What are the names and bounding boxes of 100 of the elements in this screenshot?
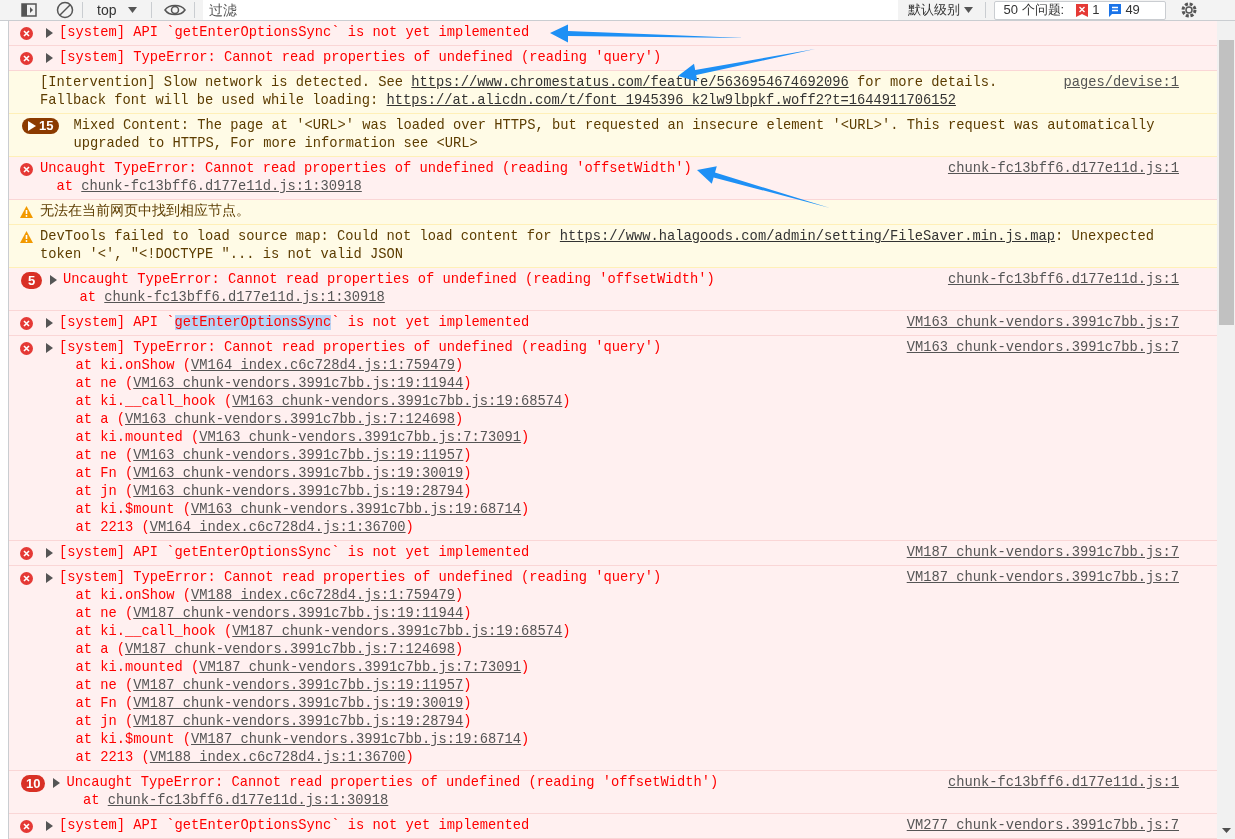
info-issue-icon xyxy=(1109,3,1122,17)
stack-link[interactable]: VM187 chunk-vendors.3991c7bb.js:19:68574 xyxy=(232,624,563,639)
stack-frame: at 2213 (VM164 index.c6c728d4.js:1:36700) xyxy=(75,519,414,537)
message-text: Uncaught TypeError: Cannot read properties of undefined (reading 'offsetWidth') xyxy=(40,160,692,178)
message-text: [system] TypeError: Cannot read properties of undefined (reading 'query') xyxy=(59,49,662,67)
caret-icon xyxy=(964,7,974,13)
scroll-down-icon[interactable] xyxy=(1221,828,1231,833)
stack-link[interactable]: VM163 chunk-vendors.3991c7bb.js:19:30019 xyxy=(133,466,464,481)
error-issue-icon xyxy=(1076,3,1089,17)
stack-frame: at 2213 (VM188 index.c6c728d4.js:1:36700) xyxy=(75,749,414,767)
message-text: [Intervention] Slow network is detected. See https://www.chromestatus.com/feature/5636954674692096 for more details. xyxy=(40,74,998,92)
stack-frame: at ne (VM163 chunk-vendors.3991c7bb.js:19:11944) xyxy=(75,375,472,393)
warning-icon xyxy=(20,206,33,218)
filter-field[interactable]: 过滤 xyxy=(203,0,899,20)
stack-frame: at Fn (VM163 chunk-vendors.3991c7bb.js:19:30019) xyxy=(75,465,472,483)
stack-frame: at a (VM187 chunk-vendors.3991c7bb.js:7:124698) xyxy=(75,641,464,659)
stack-link[interactable]: VM187 chunk-vendors.3991c7bb.js:19:68714 xyxy=(191,732,522,747)
scrollbar[interactable] xyxy=(1217,21,1235,839)
stack-link[interactable]: VM164 index.c6c728d4.js:1:759479 xyxy=(191,358,456,373)
stack-link[interactable]: VM163 chunk-vendors.3991c7bb.js:19:68714 xyxy=(191,502,522,517)
message-text: Uncaught TypeError: Cannot read properties of undefined (reading 'offsetWidth') xyxy=(63,271,715,289)
count-badge: 10 xyxy=(21,774,46,792)
message-text: Fallback font will be used while loading: https://at.alicdn.com/t/font_1945396_k2lw9lbpkf.woff2?t=1644911706152 xyxy=(40,92,956,110)
expand-icon[interactable] xyxy=(46,28,53,38)
message-link[interactable]: https://www.chromestatus.com/feature/5636954674692096 xyxy=(411,75,849,90)
message-link[interactable]: https://www.halagoods.com/admin/setting/FileSaver.min.js.map xyxy=(559,229,1055,244)
stack-link[interactable]: chunk-fc13bff6.d177e11d.js:1:30918 xyxy=(81,179,362,194)
error-icon xyxy=(20,316,33,330)
stack-frame: at ne (VM187 chunk-vendors.3991c7bb.js:19:11944) xyxy=(75,605,472,623)
error-icon xyxy=(20,162,33,176)
expand-icon[interactable] xyxy=(46,573,53,583)
message-text: [system] API `getEnterOptionsSync` is not yet implemented xyxy=(59,24,530,42)
error-icon xyxy=(20,819,33,833)
stack-frame: at chunk-fc13bff6.d177e11d.js:1:30918 xyxy=(56,178,362,196)
stack-frame: at ki.mounted (VM163 chunk-vendors.3991c7bb.js:7:73091) xyxy=(75,429,530,447)
stack-link[interactable]: VM163 chunk-vendors.3991c7bb.js:19:11957 xyxy=(133,448,464,463)
stack-frame: at a (VM163 chunk-vendors.3991c7bb.js:7:124698) xyxy=(75,411,464,429)
levels-dropdown[interactable]: 默认级别 xyxy=(904,0,978,20)
stack-link[interactable]: VM188 index.c6c728d4.js:1:759479 xyxy=(191,588,456,603)
source-link[interactable]: chunk-fc13bff6.d177e11d.js:1 xyxy=(947,160,1179,178)
expand-icon[interactable] xyxy=(53,778,61,788)
stack-link[interactable]: VM187 chunk-vendors.3991c7bb.js:7:73091 xyxy=(199,660,522,675)
issues-button[interactable]: 50 个问题: 1 49 xyxy=(994,0,1167,20)
source-link[interactable]: chunk-fc13bff6.d177e11d.js:1 xyxy=(947,271,1179,289)
message-text: 无法在当前网页中找到相应节点。 xyxy=(40,203,250,221)
source-link[interactable]: VM163 chunk-vendors.3991c7bb.js:7 xyxy=(906,314,1179,332)
stack-link[interactable]: chunk-fc13bff6.d177e11d.js:1:30918 xyxy=(104,290,385,305)
stack-link[interactable]: VM163 chunk-vendors.3991c7bb.js:7:73091 xyxy=(199,430,522,445)
expand-icon[interactable] xyxy=(46,318,53,328)
stack-link[interactable]: VM187 chunk-vendors.3991c7bb.js:7:124698 xyxy=(125,642,456,657)
stack-frame: at ki.$mount (VM163 chunk-vendors.3991c7bb.js:19:68714) xyxy=(75,501,530,519)
message-text: [system] API `getEnterOptionsSync` is not yet implemented xyxy=(59,544,530,562)
source-link[interactable]: chunk-fc13bff6.d177e11d.js:1 xyxy=(947,774,1179,792)
stack-frame: at Fn (VM187 chunk-vendors.3991c7bb.js:19:30019) xyxy=(75,695,472,713)
stack-link[interactable]: VM187 chunk-vendors.3991c7bb.js:19:11944 xyxy=(133,606,464,621)
message-text: [system] TypeError: Cannot read properties of undefined (reading 'query') xyxy=(59,339,662,357)
stack-frame: at ki.__call_hook (VM163 chunk-vendors.3991c7bb.js:19:68574) xyxy=(75,393,571,411)
expand-icon[interactable] xyxy=(28,121,36,131)
expand-icon[interactable] xyxy=(46,53,53,63)
stack-frame: at ne (VM187 chunk-vendors.3991c7bb.js:19:11957) xyxy=(75,677,472,695)
expand-icon[interactable] xyxy=(50,275,57,285)
stack-frame: at jn (VM163 chunk-vendors.3991c7bb.js:19:28794) xyxy=(75,483,472,501)
source-link[interactable]: VM277 chunk-vendors.3991c7bb.js:7 xyxy=(906,817,1179,835)
expand-icon[interactable] xyxy=(46,343,53,353)
stack-frame: at ki.onShow (VM188 index.c6c728d4.js:1:759479) xyxy=(75,587,464,605)
stack-frame: at ki.onShow (VM164 index.c6c728d4.js:1:759479) xyxy=(75,357,464,375)
warning-icon xyxy=(20,231,33,243)
sidebar-toggle-icon[interactable] xyxy=(21,3,37,17)
stack-link[interactable]: VM163 chunk-vendors.3991c7bb.js:19:28794 xyxy=(133,484,464,499)
stack-link[interactable]: VM164 index.c6c728d4.js:1:36700 xyxy=(149,520,406,535)
stack-link[interactable]: chunk-fc13bff6.d177e11d.js:1:30918 xyxy=(107,793,389,808)
message-text: [system] API `getEnterOptionsSync` is not yet implemented xyxy=(59,817,530,835)
expand-icon[interactable] xyxy=(46,548,53,558)
clear-console-icon[interactable] xyxy=(56,1,74,19)
error-icon xyxy=(20,571,33,585)
settings-icon[interactable] xyxy=(1180,1,1199,19)
message-text: [system] API `getEnterOptionsSync` is not yet implemented xyxy=(59,314,530,332)
stack-frame: at ki.$mount (VM187 chunk-vendors.3991c7bb.js:19:68714) xyxy=(75,731,530,749)
message-text: DevTools failed to load source map: Could not load content for https://www.halagoods.com/admin/setting/FileSaver.min.js.map: Unexpected token '<', "<!DOCTYPE "... is not valid JSON xyxy=(40,228,1155,264)
stack-frame: at ki.__call_hook (VM187 chunk-vendors.3991c7bb.js:19:68574) xyxy=(75,623,571,641)
error-icon xyxy=(20,51,33,65)
eye-icon[interactable] xyxy=(164,3,187,17)
source-link[interactable]: VM187 chunk-vendors.3991c7bb.js:7 xyxy=(906,544,1179,562)
error-icon xyxy=(20,341,33,355)
context-selector[interactable]: top xyxy=(91,0,144,21)
stack-link[interactable]: VM163 chunk-vendors.3991c7bb.js:19:68574 xyxy=(232,394,563,409)
stack-link[interactable]: VM163 chunk-vendors.3991c7bb.js:19:11944 xyxy=(133,376,464,391)
caret-icon xyxy=(128,7,138,13)
scrollbar-thumb[interactable] xyxy=(1218,40,1234,325)
stack-frame: at ki.mounted (VM187 chunk-vendors.3991c7bb.js:7:73091) xyxy=(75,659,530,677)
stack-link[interactable]: VM188 index.c6c728d4.js:1:36700 xyxy=(149,750,406,765)
source-link[interactable]: VM187 chunk-vendors.3991c7bb.js:7 xyxy=(906,569,1179,587)
stack-link[interactable]: VM163 chunk-vendors.3991c7bb.js:7:124698 xyxy=(125,412,456,427)
stack-link[interactable]: VM187 chunk-vendors.3991c7bb.js:19:11957 xyxy=(133,678,464,693)
stack-link[interactable]: VM187 chunk-vendors.3991c7bb.js:19:28794 xyxy=(133,714,464,729)
stack-link[interactable]: VM187 chunk-vendors.3991c7bb.js:19:30019 xyxy=(133,696,464,711)
message-link[interactable]: https://at.alicdn.com/t/font_1945396_k2lw9lbpkf.woff2?t=1644911706152 xyxy=(386,93,956,108)
source-link[interactable]: VM163 chunk-vendors.3991c7bb.js:7 xyxy=(906,339,1179,357)
expand-icon[interactable] xyxy=(46,821,53,831)
source-link[interactable]: pages/devise:1 xyxy=(1063,74,1179,92)
